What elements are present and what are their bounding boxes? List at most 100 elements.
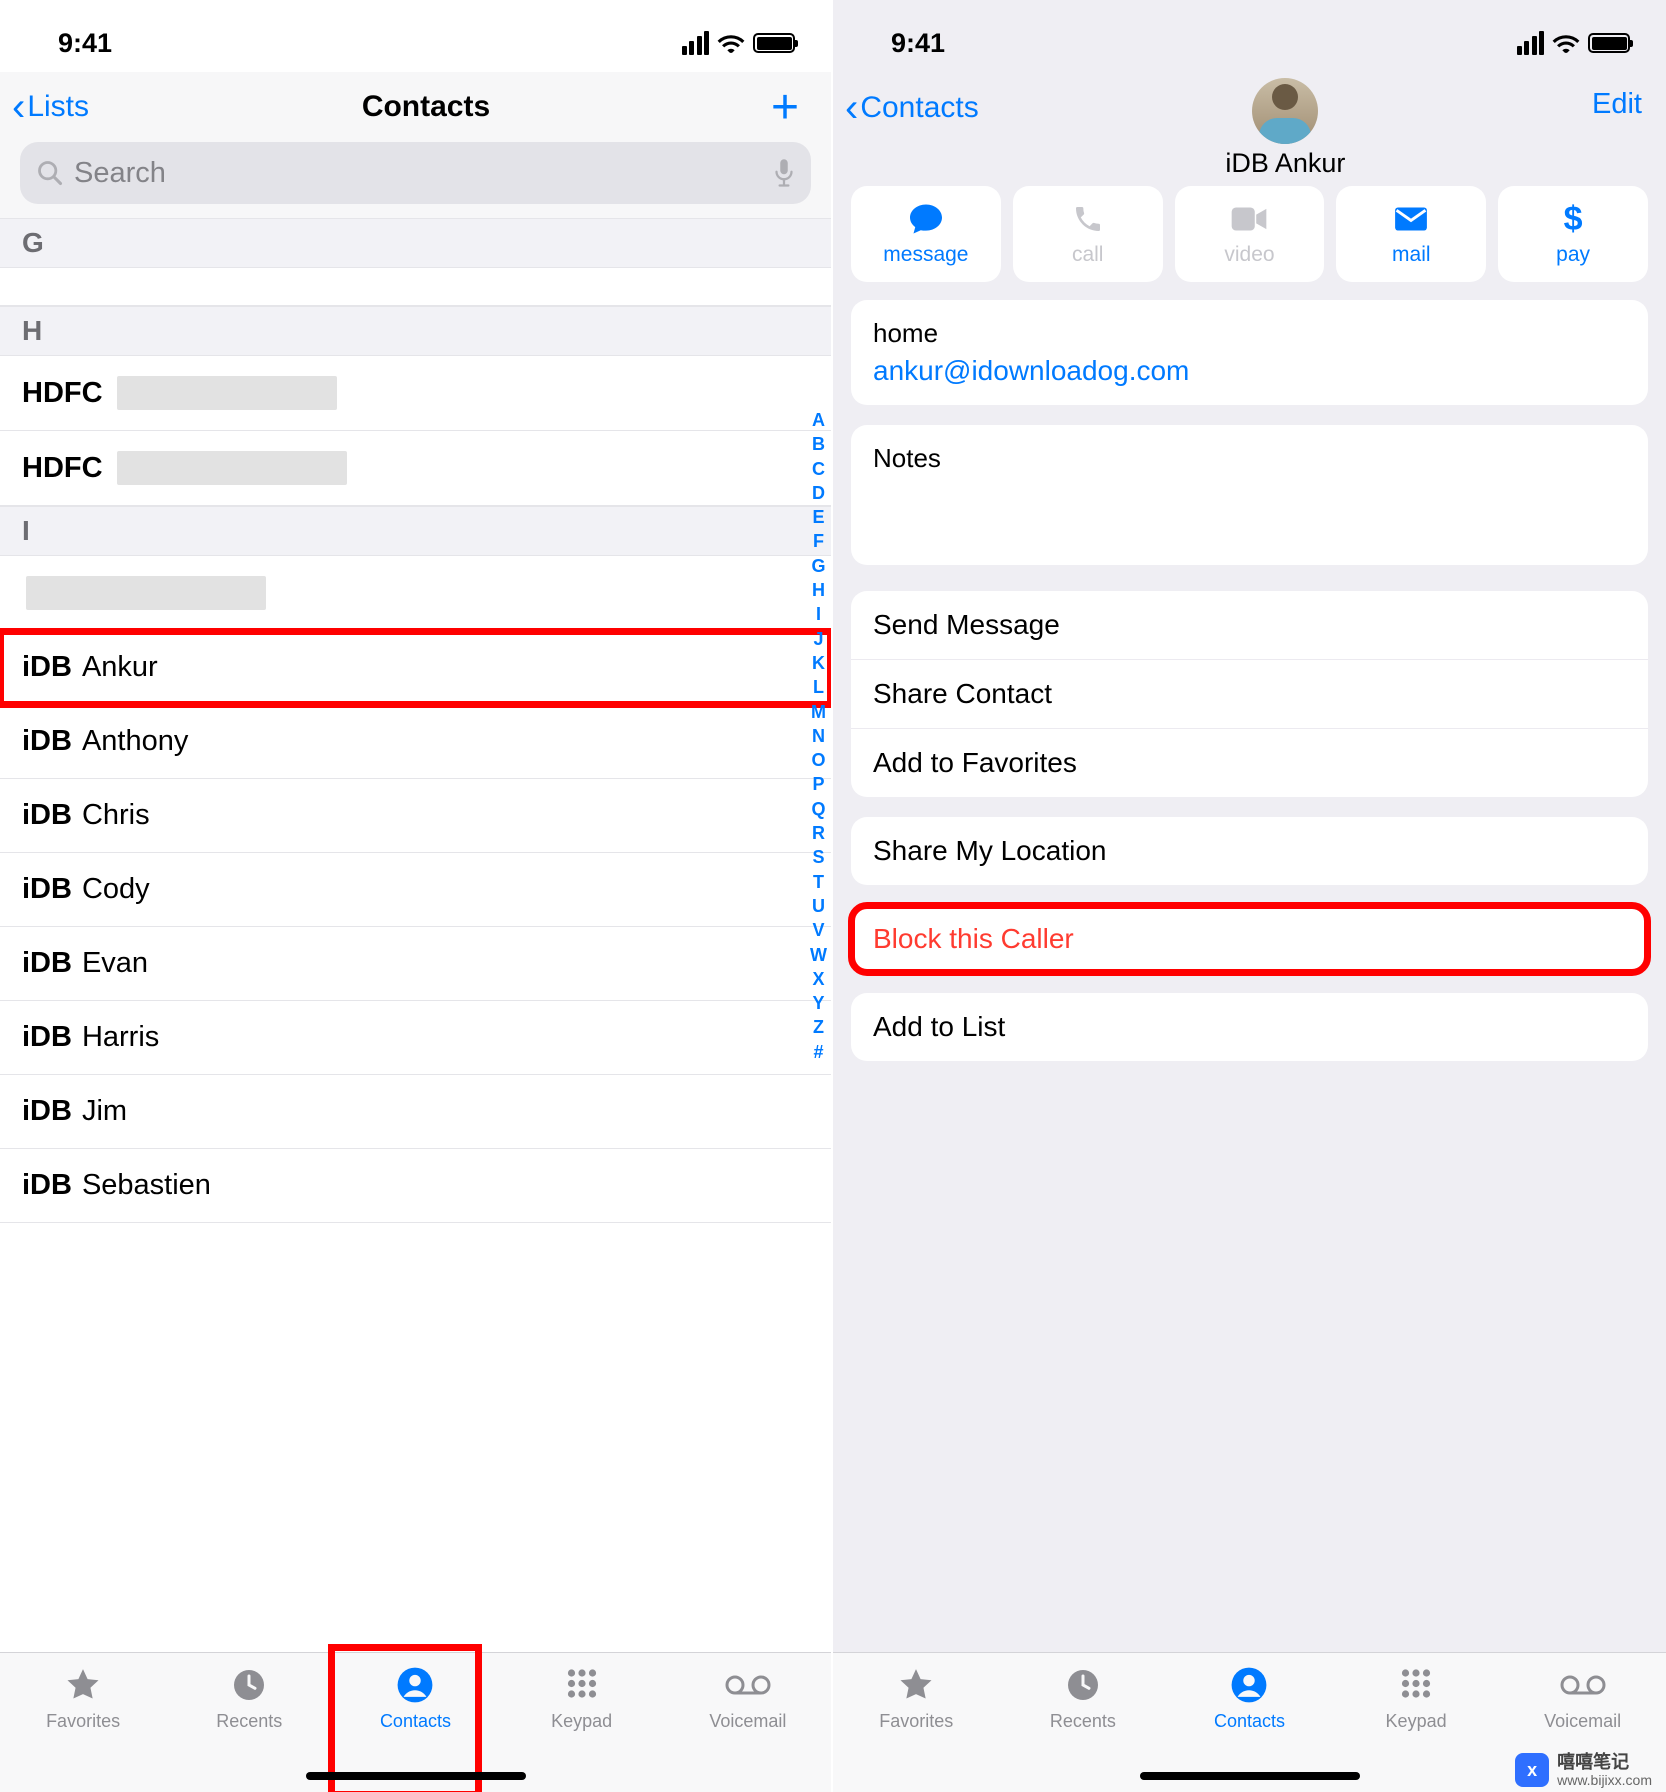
contact-row-idb-evan[interactable]: iDB Evan — [0, 927, 831, 1001]
alphabet-index[interactable]: ABCDEFGHIJKLMNOPQRSTUVWXYZ# — [810, 408, 827, 1064]
contact-row-idb-chris[interactable]: iDB Chris — [0, 779, 831, 853]
notes-card: Notes — [851, 425, 1648, 565]
back-button[interactable]: ‹ Lists — [12, 87, 89, 127]
action-message[interactable]: message — [851, 186, 1001, 282]
index-letter[interactable]: O — [811, 748, 825, 772]
contact-name-rest: Ankur — [82, 651, 158, 684]
notes-label: Notes — [873, 443, 1626, 474]
index-letter[interactable]: M — [811, 700, 826, 724]
tab-label: Contacts — [380, 1711, 451, 1732]
mic-icon[interactable] — [773, 158, 795, 188]
tab-keypad[interactable]: Keypad — [1341, 1665, 1491, 1732]
index-letter[interactable]: L — [813, 675, 824, 699]
nav-bar: ‹ Lists Contacts + — [0, 72, 831, 142]
index-letter[interactable]: G — [811, 554, 825, 578]
search-field[interactable] — [20, 142, 811, 204]
tab-voicemail[interactable]: Voicemail — [1508, 1665, 1658, 1732]
contact-row-idb-anthony[interactable]: iDB Anthony — [0, 705, 831, 779]
index-letter[interactable]: R — [812, 821, 825, 845]
email-cell[interactable]: home ankur@idownloadog.com — [851, 300, 1648, 405]
search-input[interactable] — [74, 157, 763, 190]
option-share-contact[interactable]: Share Contact — [851, 660, 1648, 729]
index-letter[interactable]: B — [812, 432, 825, 456]
action-video: video — [1175, 186, 1325, 282]
index-letter[interactable]: S — [812, 845, 824, 869]
tab-contacts[interactable]: Contacts — [1175, 1665, 1325, 1732]
index-letter[interactable]: D — [812, 481, 825, 505]
index-letter[interactable]: V — [812, 918, 824, 942]
tab-keypad[interactable]: Keypad — [507, 1665, 657, 1732]
status-bar: 9:41 — [833, 0, 1666, 72]
edit-button[interactable]: Edit — [1592, 88, 1642, 121]
contact-row-idb-harris[interactable]: iDB Harris — [0, 1001, 831, 1075]
tab-favorites[interactable]: Favorites — [8, 1665, 158, 1732]
action-pay[interactable]: $ pay — [1498, 186, 1648, 282]
tab-favorites[interactable]: Favorites — [841, 1665, 991, 1732]
keypad-icon — [1398, 1665, 1434, 1705]
cellular-icon — [682, 31, 710, 55]
email-value[interactable]: ankur@idownloadog.com — [873, 355, 1189, 386]
contact-name-rest: Harris — [82, 1021, 159, 1054]
option-share-location[interactable]: Share My Location — [851, 817, 1648, 885]
contact-name-bold: iDB — [22, 1169, 72, 1202]
index-letter[interactable]: W — [810, 943, 827, 967]
index-letter[interactable]: X — [812, 967, 824, 991]
section-header-h: H — [0, 306, 831, 356]
status-time: 9:41 — [891, 28, 945, 59]
contact-row-idb-cody[interactable]: iDB Cody — [0, 853, 831, 927]
status-icons — [1517, 31, 1631, 55]
contact-name-bold: iDB — [22, 1021, 72, 1054]
tab-label: Voicemail — [709, 1711, 786, 1732]
option-send-message[interactable]: Send Message — [851, 591, 1648, 660]
section-header-i: I — [0, 506, 831, 556]
index-letter[interactable]: # — [813, 1040, 823, 1064]
option-add-to-list[interactable]: Add to List — [851, 993, 1648, 1061]
battery-icon — [753, 33, 795, 53]
contact-row-idb-sebastien[interactable]: iDB Sebastien — [0, 1149, 831, 1223]
index-letter[interactable]: A — [812, 408, 825, 432]
person-circle-icon — [396, 1665, 434, 1705]
contact-row-idb-ankur[interactable]: iDB Ankur — [0, 631, 831, 705]
index-letter[interactable]: E — [812, 505, 824, 529]
tab-voicemail[interactable]: Voicemail — [673, 1665, 823, 1732]
index-letter[interactable]: K — [812, 651, 825, 675]
index-letter[interactable]: P — [812, 772, 824, 796]
option-block-caller[interactable]: Block this Caller — [851, 905, 1648, 973]
index-letter[interactable]: Q — [811, 797, 825, 821]
watermark-logo-icon: x — [1515, 1753, 1549, 1787]
index-letter[interactable]: I — [816, 602, 821, 626]
tab-label: Recents — [216, 1711, 282, 1732]
index-letter[interactable]: T — [813, 870, 824, 894]
contact-avatar[interactable] — [1252, 78, 1318, 144]
search-container — [0, 142, 831, 218]
contact-row-hdfc-2[interactable]: HDFC — [0, 431, 831, 506]
notes-cell[interactable]: Notes — [851, 425, 1648, 565]
tab-recents[interactable]: Recents — [1008, 1665, 1158, 1732]
index-letter[interactable]: C — [812, 457, 825, 481]
index-letter[interactable]: F — [813, 529, 824, 553]
back-button[interactable]: ‹ Contacts — [845, 88, 979, 128]
home-indicator[interactable] — [306, 1772, 526, 1780]
contact-name-bold: iDB — [22, 799, 72, 832]
contact-name-rest: Sebastien — [82, 1169, 211, 1202]
index-letter[interactable]: N — [812, 724, 825, 748]
index-letter[interactable]: U — [812, 894, 825, 918]
contact-name-bold: HDFC — [22, 377, 103, 410]
contact-row-redacted[interactable] — [0, 556, 831, 631]
contact-name-bold: HDFC — [22, 452, 103, 485]
index-letter[interactable]: J — [813, 627, 823, 651]
contact-row-hdfc-1[interactable]: HDFC — [0, 356, 831, 431]
option-add-to-favorites[interactable]: Add to Favorites — [851, 729, 1648, 797]
index-letter[interactable]: Z — [813, 1015, 824, 1039]
video-icon — [1229, 201, 1269, 237]
index-letter[interactable]: Y — [812, 991, 824, 1015]
index-letter[interactable]: H — [812, 578, 825, 602]
home-indicator[interactable] — [1140, 1772, 1360, 1780]
add-contact-button[interactable]: + — [763, 80, 807, 135]
tab-contacts[interactable]: Contacts — [341, 1665, 491, 1732]
action-mail[interactable]: mail — [1336, 186, 1486, 282]
tab-recents[interactable]: Recents — [174, 1665, 324, 1732]
options-group-1: Send Message Share Contact Add to Favori… — [851, 591, 1648, 797]
contacts-scroll[interactable]: G H HDFC HDFC I iDB Ankur iDB Anthony iD… — [0, 218, 831, 1652]
contact-row-idb-jim[interactable]: iDB Jim — [0, 1075, 831, 1149]
